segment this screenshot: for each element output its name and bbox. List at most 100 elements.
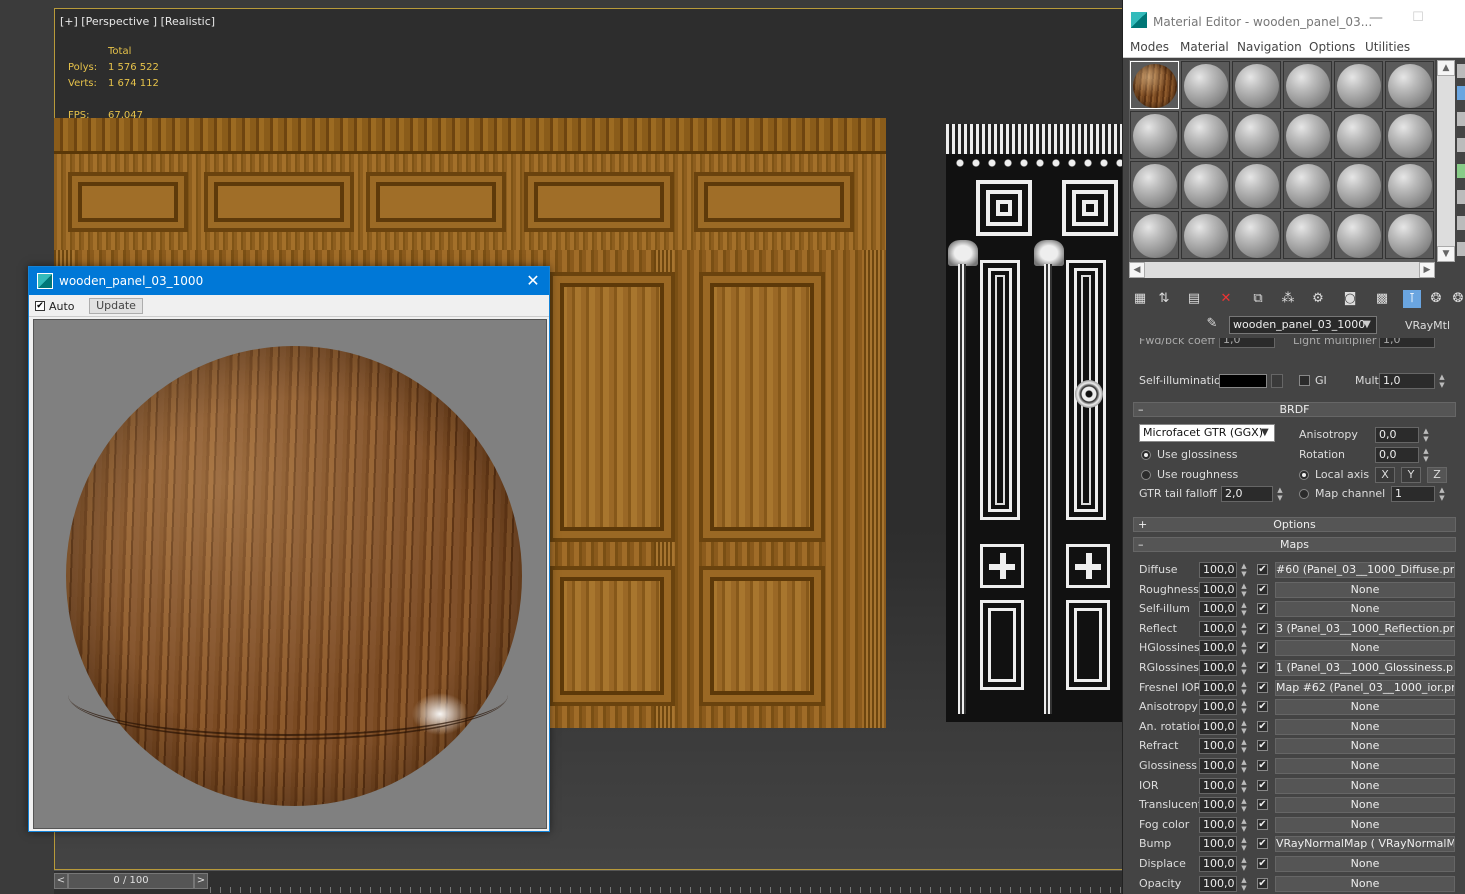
map-amount-arrows[interactable]: ▲ ▼ xyxy=(1239,876,1249,892)
mult-spinner[interactable]: 1,0 xyxy=(1379,373,1435,389)
brdf-section-header[interactable]: – BRDF xyxy=(1133,402,1456,417)
map-slot-button[interactable]: None xyxy=(1275,856,1455,872)
sample-slot[interactable] xyxy=(1385,161,1434,209)
sample-slot[interactable] xyxy=(1385,111,1434,159)
sample-slot[interactable] xyxy=(1181,211,1230,259)
map-amount-arrows[interactable]: ▲ ▼ xyxy=(1239,817,1249,833)
close-icon[interactable]: ✕ xyxy=(521,270,545,292)
sample-slot-active[interactable] xyxy=(1130,61,1179,109)
map-amount-spinner[interactable]: 100,0 xyxy=(1199,797,1237,814)
make-preview-icon[interactable] xyxy=(1457,190,1465,204)
brdf-type-select[interactable]: Microfacet GTR (GGX) xyxy=(1139,424,1275,442)
maps-section-header[interactable]: – Maps xyxy=(1133,537,1456,552)
eyedropper-icon[interactable]: ✎ xyxy=(1203,316,1221,334)
map-amount-spinner[interactable]: 100,0 xyxy=(1199,640,1237,657)
map-amount-spinner[interactable]: 100,0 xyxy=(1199,562,1237,578)
rotation-spinner[interactable]: 0,0 xyxy=(1375,447,1419,463)
maximize-icon[interactable]: ☐ xyxy=(1403,10,1433,30)
fwd-bck-coeff-spinner[interactable]: 1,0 xyxy=(1219,338,1275,348)
map-amount-arrows[interactable]: ▲ ▼ xyxy=(1239,621,1249,637)
map-amount-spinner[interactable]: 100,0 xyxy=(1199,816,1237,833)
axis-x-button[interactable]: X xyxy=(1375,467,1395,483)
sample-slot[interactable] xyxy=(1385,61,1434,109)
map-enable-checkbox[interactable]: ✔ xyxy=(1257,838,1268,850)
go-forward-to-sibling-icon[interactable]: ❂ xyxy=(1449,290,1465,308)
map-amount-arrows[interactable]: ▲ ▼ xyxy=(1239,699,1249,715)
sample-slot[interactable] xyxy=(1283,161,1332,209)
light-multiplier-spinner[interactable]: 1,0 xyxy=(1379,338,1435,348)
assign-to-selection-icon[interactable]: ▤ xyxy=(1185,290,1203,308)
slots-horizontal-scrollbar[interactable] xyxy=(1129,262,1435,278)
map-amount-arrows[interactable]: ▲ ▼ xyxy=(1239,601,1249,617)
sample-slot[interactable] xyxy=(1283,61,1332,109)
map-amount-spinner[interactable]: 100,0 xyxy=(1199,679,1237,696)
put-to-scene-icon[interactable]: ⇅ xyxy=(1155,290,1173,308)
map-channel-spinner-arrows[interactable]: ▲ ▼ xyxy=(1437,486,1447,502)
map-slot-button[interactable]: None xyxy=(1275,581,1455,598)
parameters-rollout[interactable]: Fwd/bck coeff 1,0 Light multiplier 1,0 S… xyxy=(1133,338,1460,894)
self-illumination-color-swatch[interactable] xyxy=(1219,374,1267,388)
use-roughness-radio[interactable] xyxy=(1141,470,1151,480)
map-amount-arrows[interactable]: ▲ ▼ xyxy=(1239,582,1249,598)
sample-type-icon[interactable] xyxy=(1457,64,1465,78)
map-enable-checkbox[interactable]: ✔ xyxy=(1257,583,1268,595)
map-amount-arrows[interactable]: ▲ ▼ xyxy=(1239,680,1249,696)
get-material-icon[interactable]: ▦ xyxy=(1131,290,1149,308)
auto-checkbox[interactable]: ✔ xyxy=(35,301,45,311)
map-enable-checkbox[interactable]: ✔ xyxy=(1257,877,1268,889)
map-enable-checkbox[interactable]: ✔ xyxy=(1257,564,1268,575)
map-enable-checkbox[interactable]: ✔ xyxy=(1257,720,1268,732)
map-enable-checkbox[interactable]: ✔ xyxy=(1257,799,1268,811)
map-amount-arrows[interactable]: ▲ ▼ xyxy=(1239,758,1249,774)
map-slot-button[interactable]: None xyxy=(1275,699,1455,716)
menu-utilities[interactable]: Utilities xyxy=(1365,40,1410,54)
map-amount-spinner[interactable]: 100,0 xyxy=(1199,620,1237,637)
chevron-down-icon[interactable]: ▼ xyxy=(1261,427,1269,438)
material-name-field[interactable]: wooden_panel_03_1000 xyxy=(1229,316,1377,334)
map-enable-checkbox[interactable]: ✔ xyxy=(1257,740,1268,752)
map-amount-spinner[interactable]: 100,0 xyxy=(1199,836,1237,853)
map-amount-arrows[interactable]: ▲ ▼ xyxy=(1239,778,1249,794)
map-slot-button[interactable]: None xyxy=(1275,816,1455,833)
bw-panel-model[interactable] xyxy=(946,124,1122,722)
map-enable-checkbox[interactable]: ✔ xyxy=(1257,622,1268,634)
options-section-header[interactable]: + Options xyxy=(1133,517,1456,532)
map-amount-arrows[interactable]: ▲ ▼ xyxy=(1239,562,1249,578)
map-enable-checkbox[interactable]: ✔ xyxy=(1257,779,1268,791)
copy-material-icon[interactable]: ⧉ xyxy=(1249,290,1267,308)
make-unique-icon[interactable]: ⁂ xyxy=(1279,290,1297,308)
map-amount-arrows[interactable]: ▲ ▼ xyxy=(1239,660,1249,676)
map-slot-button[interactable]: None xyxy=(1275,777,1455,794)
self-illumination-map-button[interactable] xyxy=(1271,374,1283,388)
preview-titlebar[interactable]: wooden_panel_03_1000 ✕ xyxy=(29,267,549,295)
sample-slot[interactable] xyxy=(1283,211,1332,259)
map-slot-button[interactable]: None xyxy=(1275,601,1455,618)
map-amount-arrows[interactable]: ▲ ▼ xyxy=(1239,797,1249,813)
map-slot-button[interactable]: VRayNormalMap ( VRayNormalMap ) xyxy=(1275,836,1455,853)
map-enable-checkbox[interactable]: ✔ xyxy=(1257,662,1268,673)
update-button[interactable]: Update xyxy=(89,298,143,314)
show-end-result-icon[interactable]: ⊺ xyxy=(1403,290,1421,308)
menu-navigation[interactable]: Navigation xyxy=(1237,40,1302,54)
select-by-material-icon[interactable] xyxy=(1457,242,1465,256)
timeline[interactable]: < 0 / 100 > xyxy=(54,870,1122,894)
scroll-left-icon[interactable]: ◀ xyxy=(1129,262,1145,278)
mult-spinner-arrows[interactable]: ▲ ▼ xyxy=(1437,373,1447,389)
map-amount-arrows[interactable]: ▲ ▼ xyxy=(1239,640,1249,656)
material-id-channel-icon[interactable]: ◙ xyxy=(1341,290,1359,308)
anisotropy-spinner[interactable]: 0,0 xyxy=(1375,427,1419,443)
map-enable-checkbox[interactable]: ✔ xyxy=(1257,642,1268,654)
viewport-label[interactable]: [+] [Perspective ] [Realistic] xyxy=(60,15,215,28)
gtr-tail-falloff-spinner[interactable]: 2,0 xyxy=(1221,486,1273,502)
minimize-icon[interactable]: — xyxy=(1361,10,1391,30)
map-amount-spinner[interactable]: 100,0 xyxy=(1199,601,1237,618)
map-amount-spinner[interactable]: 100,0 xyxy=(1199,581,1237,598)
map-channel-spinner[interactable]: 1 xyxy=(1391,486,1435,502)
rotation-spinner-arrows[interactable]: ▲ ▼ xyxy=(1421,447,1431,463)
sample-slot[interactable] xyxy=(1232,161,1281,209)
sample-slot[interactable] xyxy=(1283,111,1332,159)
slots-vertical-scrollbar[interactable] xyxy=(1437,60,1455,262)
material-preview-window[interactable]: wooden_panel_03_1000 ✕ ✔ Auto Update xyxy=(28,266,550,832)
scroll-right-icon[interactable]: ▶ xyxy=(1419,262,1435,278)
map-enable-checkbox[interactable]: ✔ xyxy=(1257,701,1268,713)
